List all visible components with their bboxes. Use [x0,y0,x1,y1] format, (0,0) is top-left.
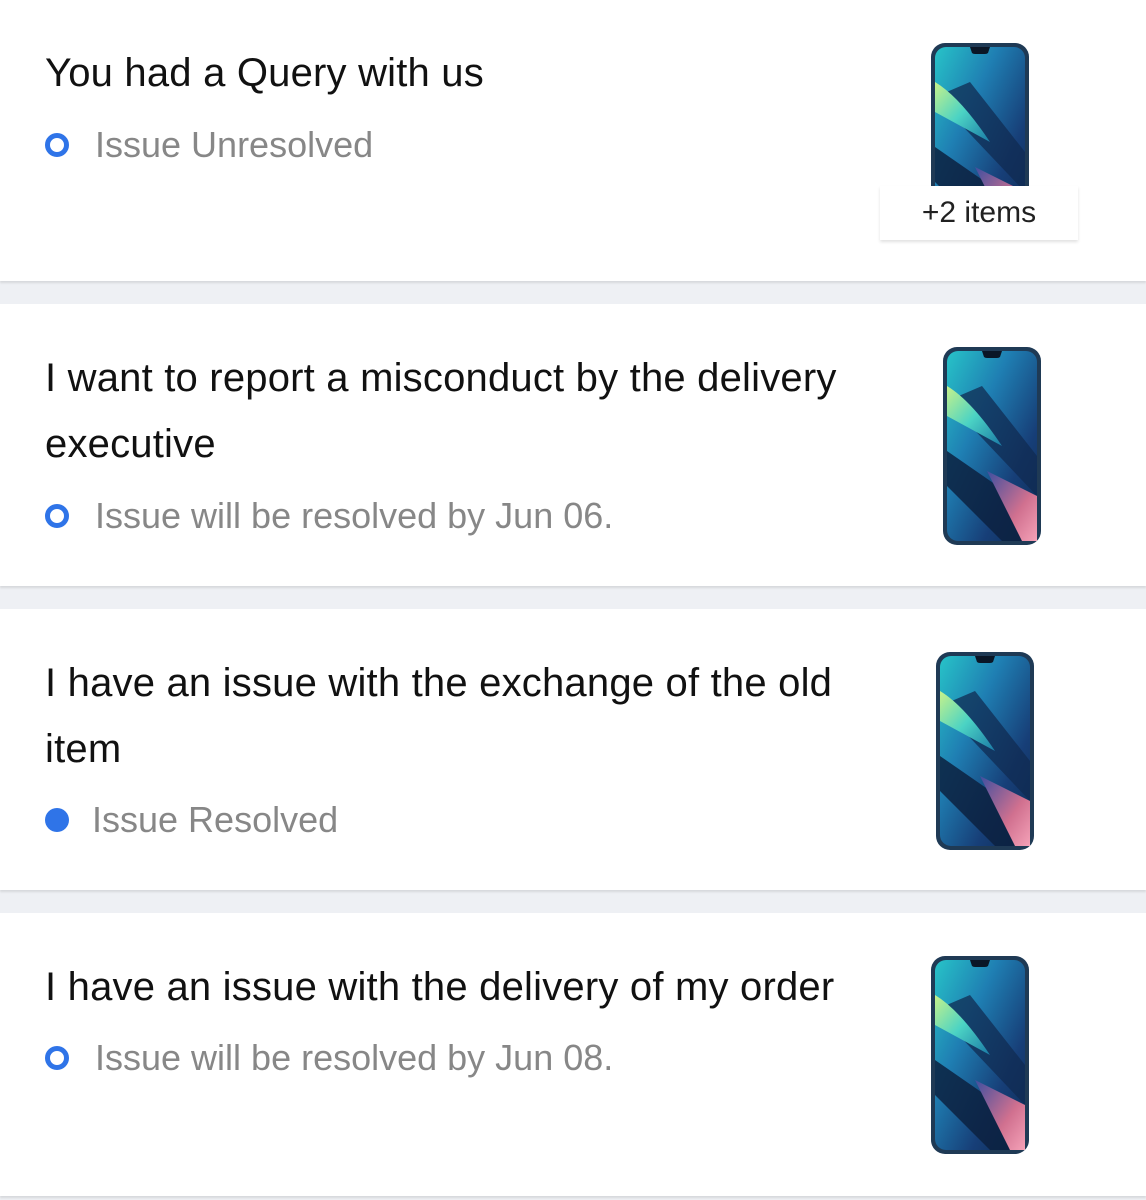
smartphone-thumbnail-icon [943,347,1041,545]
ticket-card-4[interactable]: I have an issue with the delivery of my … [0,913,1146,1196]
ticket-title: I have an issue with the delivery of my … [45,965,835,1009]
ticket-title-line-2: executive [45,422,216,466]
ticket-title-line-1: I have an issue with the exchange of the… [45,661,833,705]
status-open-circle-icon [45,504,69,528]
smartphone-thumbnail-icon [936,652,1034,850]
status-open-circle-icon [45,133,69,157]
ticket-status: Issue will be resolved by Jun 08. [45,1037,614,1078]
ticket-card-1[interactable]: You had a Query with us Issue Unresolved… [0,0,1146,281]
ticket-title-line-1: I want to report a misconduct by the del… [45,356,837,400]
ticket-status: Issue Resolved [45,799,339,840]
ticket-card-3[interactable]: I have an issue with the exchange of the… [0,609,1146,890]
status-text: Issue will be resolved by Jun 06. [95,495,614,536]
ticket-title-line-2: item [45,727,122,771]
smartphone-thumbnail-icon [931,956,1029,1154]
ticket-card-2[interactable]: I want to report a misconduct by the del… [0,304,1146,586]
status-text: Issue Unresolved [95,124,374,165]
status-text: Issue will be resolved by Jun 08. [95,1037,614,1078]
status-text: Issue Resolved [92,799,339,840]
ticket-status: Issue Unresolved [45,124,374,165]
status-open-circle-icon [45,1046,69,1070]
status-resolved-circle-icon [45,808,69,832]
ticket-title: You had a Query with us [45,51,484,95]
ticket-status: Issue will be resolved by Jun 06. [45,495,614,536]
extra-items-badge: +2 items [880,186,1078,240]
smartphone-thumbnail-icon [931,43,1029,186]
